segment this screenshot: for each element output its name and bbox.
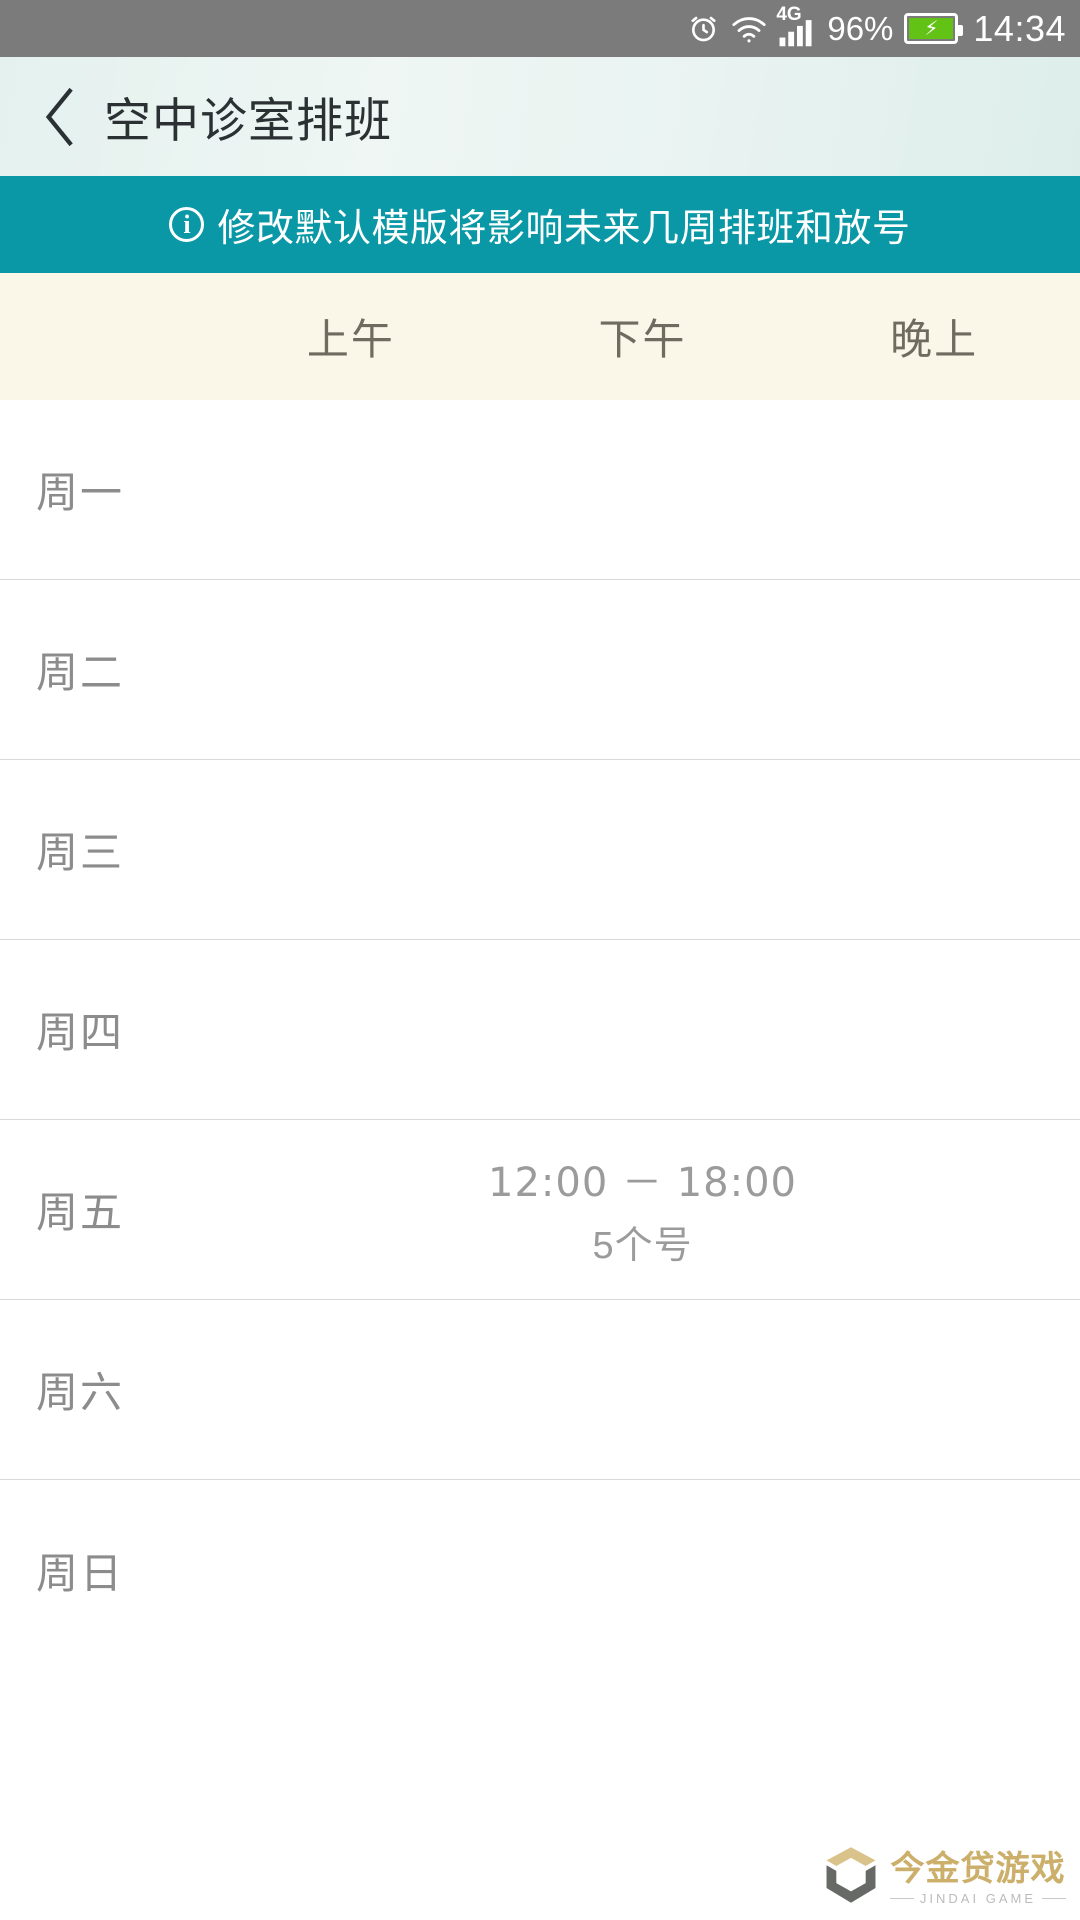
day-label: 周四 [36,1009,125,1056]
watermark-en-label: JINDAI GAME [919,1891,1036,1906]
day-label: 周二 [36,649,125,696]
table-row: 周一 [0,400,1080,580]
notice-text: 修改默认模版将影响未来几周排班和放号 [217,208,911,250]
schedule-cell-saturday-morning[interactable] [205,1300,497,1479]
schedule-cell-tuesday-afternoon[interactable] [497,580,789,759]
column-header-morning: 上午 [306,316,395,363]
schedule-cell-tuesday-morning[interactable] [205,580,497,759]
watermark-rule-left [889,1898,914,1899]
schedule-cell-wednesday-morning[interactable] [205,760,497,939]
info-circle-icon: i [169,207,205,242]
watermark-cn-text: 今金贷游戏 [890,1850,1066,1889]
schedule-cell-thursday-afternoon[interactable] [497,940,789,1119]
watermark: 今金贷游戏 JINDAI GAME [822,1844,1066,1906]
schedule-cell-friday-morning[interactable] [205,1120,488,1299]
day-label: 周日 [36,1549,125,1597]
schedule-cell-thursday-morning[interactable] [205,940,497,1119]
schedule-cell-friday-afternoon[interactable]: 12:00 － 18:00 5个号 [488,1120,797,1299]
app-root: 4G 96% ⚡ 14:34 空中诊室排班 i 修改默认模版将影响未来几周排班和… [0,0,1080,1920]
column-header-afternoon: 下午 [598,316,687,363]
schedule-cell-sunday-afternoon[interactable] [497,1480,789,1660]
table-row: 周四 [0,940,1080,1120]
wifi-icon [731,14,767,44]
schedule-cell-wednesday-afternoon[interactable] [497,760,789,939]
schedule-cell-sunday-evening[interactable] [788,1480,1080,1660]
day-label: 周五 [36,1189,125,1236]
table-row: 周日 [0,1480,1080,1660]
schedule-cell-sunday-morning[interactable] [205,1480,497,1660]
notice-banner: i 修改默认模版将影响未来几周排班和放号 [0,176,1080,273]
table-row: 周二 [0,580,1080,760]
schedule-cell-saturday-afternoon[interactable] [497,1300,789,1479]
status-time: 14:34 [973,7,1066,49]
watermark-en-text: JINDAI GAME [889,1891,1066,1906]
day-label: 周六 [36,1369,125,1416]
title-bar: 空中诊室排班 [0,57,1080,176]
cell-count: 5个号 [592,1225,693,1267]
schedule-rows: 周一 周二 周三 周四 周五 12:00 － 18:00 5个号 周六 周日 [0,400,1080,1660]
schedule-column-header: 上午 下午 晚上 [0,273,1080,400]
day-label: 周三 [36,829,125,876]
table-row: 周六 [0,1300,1080,1480]
shield-logo-icon [822,1844,880,1906]
alarm-clock-icon [687,12,720,45]
schedule-cell-monday-evening[interactable] [788,400,1080,579]
schedule-cell-wednesday-evening[interactable] [788,760,1080,939]
cell-time: 12:00 － 18:00 [488,1160,797,1206]
page-title: 空中诊室排班 [104,94,392,147]
table-row: 周三 [0,760,1080,940]
column-header-evening: 晚上 [890,316,979,363]
schedule-cell-saturday-evening[interactable] [788,1300,1080,1479]
battery-percent-label: 96% [827,9,894,47]
status-bar: 4G 96% ⚡ 14:34 [0,0,1080,57]
schedule-cell-monday-morning[interactable] [205,400,497,579]
table-row: 周五 12:00 － 18:00 5个号 [0,1120,1080,1300]
cellular-signal-icon: 4G [776,5,816,47]
day-label: 周一 [36,469,125,516]
schedule-cell-tuesday-evening[interactable] [788,580,1080,759]
schedule-cell-monday-afternoon[interactable] [497,400,789,579]
schedule-cell-thursday-evening[interactable] [788,940,1080,1119]
network-type-label: 4G [776,3,802,25]
schedule-cell-friday-evening[interactable] [797,1120,1080,1299]
watermark-rule-right [1042,1898,1066,1899]
back-chevron-icon[interactable] [30,87,90,147]
battery-charging-icon: ⚡ [904,13,964,44]
